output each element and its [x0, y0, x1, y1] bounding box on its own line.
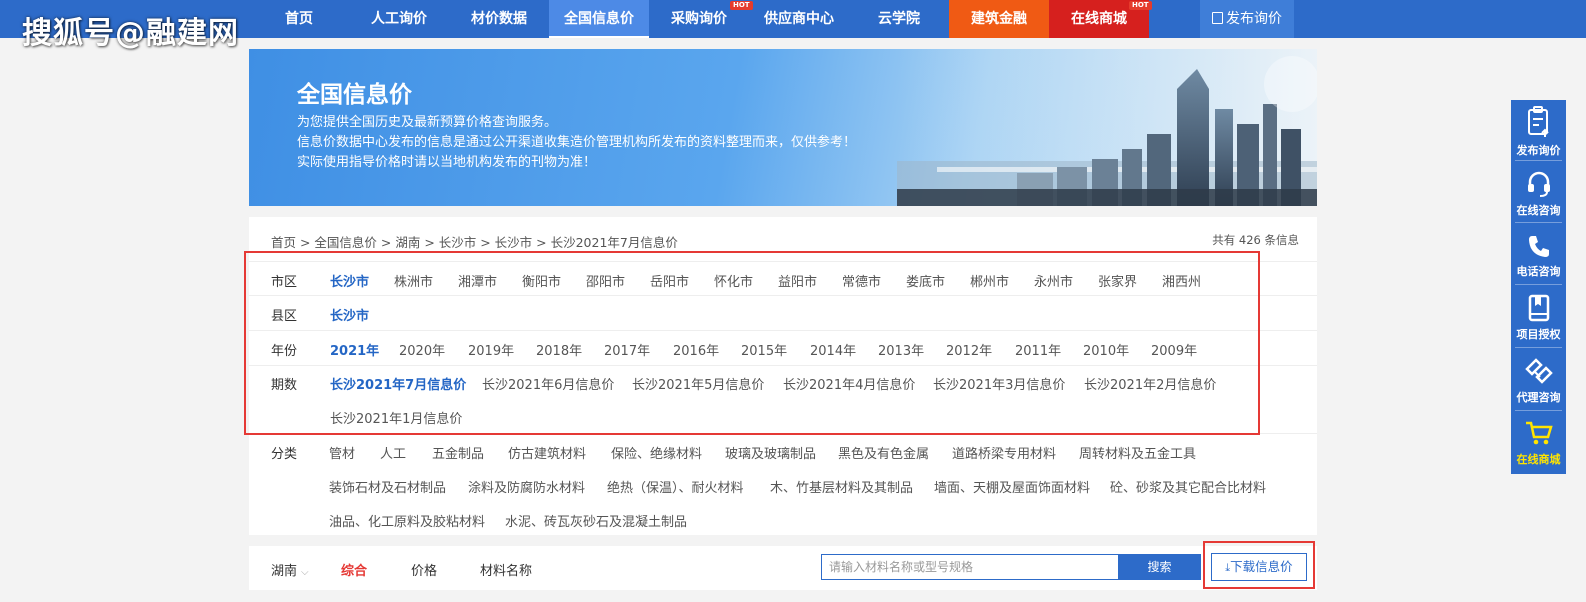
sidebar-item-label: 代理咨询 — [1516, 391, 1561, 404]
chevron-down-icon: ⌵ — [301, 567, 309, 578]
divider — [1515, 222, 1562, 223]
phone-icon — [1528, 236, 1549, 257]
edit-icon — [1212, 12, 1223, 24]
banner-line-2: 信息价数据中心发布的信息是通过公开渠道收集造价管理机构所发布的资料整理而来，仅供… — [297, 135, 857, 150]
category-option[interactable]: 油品、化工原料及胶粘材料 — [329, 511, 485, 530]
clipboard-icon — [1527, 106, 1549, 137]
category-label: 分类 — [271, 447, 298, 462]
category-option[interactable]: 道路桥梁专用材料 — [952, 443, 1056, 462]
category-option[interactable]: 人工 — [380, 443, 406, 462]
divider — [1515, 347, 1562, 348]
divider — [1515, 160, 1562, 161]
search-button[interactable]: 搜索 — [1118, 554, 1201, 580]
city-skyline-image — [897, 49, 1317, 206]
nav-publish-inquiry-button[interactable]: 发布询价 — [1200, 0, 1294, 38]
hero-banner: 全国信息价 为您提供全国历史及最新预算价格查询服务。 信息价数据中心发布的信息是… — [249, 49, 1317, 206]
sidebar-item-online-mall[interactable]: 在线商城 — [1511, 419, 1566, 467]
category-option[interactable]: 砼、砂浆及其它配合比材料 — [1110, 477, 1266, 496]
category-option[interactable]: 黑色及有色金属 — [838, 443, 929, 462]
nav-purchase-inquiry[interactable]: 采购询价 HOT — [649, 0, 753, 38]
nav-purchase-inquiry-label: 采购询价 — [671, 11, 727, 27]
hot-badge: HOT — [1129, 1, 1152, 10]
book-icon — [1528, 294, 1549, 322]
nav-publish-label: 发布询价 — [1226, 11, 1282, 27]
nav-cloud-academy[interactable]: 云学院 — [849, 0, 949, 38]
nav-construction-finance[interactable]: 建筑金融 — [949, 0, 1049, 38]
category-option[interactable]: 木、竹基层材料及其制品 — [770, 477, 913, 496]
headset-icon — [1527, 171, 1550, 197]
nav-manual-inquiry[interactable]: 人工询价 — [349, 0, 449, 38]
sidebar-item-label: 在线咨询 — [1516, 204, 1561, 217]
sidebar-item-project-authorization[interactable]: 项目授权 — [1511, 294, 1566, 342]
category-option[interactable]: 仿古建筑材料 — [508, 443, 586, 462]
sidebar-item-phone-consult[interactable]: 电话咨询 — [1511, 233, 1566, 279]
total-count: 共有 426 条信息 — [1212, 233, 1299, 247]
search-bar: 湖南⌵ 综合 价格 材料名称 搜索 ⤓下载信息价 — [249, 546, 1317, 590]
nav-home[interactable]: 首页 — [263, 0, 335, 38]
category-option[interactable]: 装饰石材及石材制品 — [329, 477, 446, 496]
category-option[interactable]: 玻璃及玻璃制品 — [725, 443, 816, 462]
category-option[interactable]: 绝热（保温）、耐火材料 — [607, 477, 744, 496]
category-option[interactable]: 周转材料及五金工具 — [1079, 443, 1196, 462]
sidebar-item-publish-inquiry[interactable]: 发布询价 — [1511, 106, 1566, 158]
sidebar-item-label: 电话咨询 — [1516, 265, 1561, 278]
banner-line-3: 实际使用指导价格时请以当地机构发布的刊物为准！ — [297, 155, 597, 170]
divider — [1515, 410, 1562, 411]
category-option[interactable]: 涂料及防腐防水材料 — [468, 477, 585, 496]
sidebar-item-label: 项目授权 — [1516, 328, 1561, 341]
nav-online-mall-label: 在线商城 — [1071, 11, 1127, 27]
region-select-label: 湖南 — [271, 564, 298, 579]
highlight-box — [244, 251, 1260, 435]
nav-national-info-price[interactable]: 全国信息价 — [549, 0, 649, 38]
nav-material-data[interactable]: 材价数据 — [449, 0, 549, 38]
watermark-text: 搜狐号@融建网 — [22, 16, 239, 51]
tab-material-name[interactable]: 材料名称 — [480, 560, 532, 579]
category-option[interactable]: 墙面、天棚及屋面饰面材料 — [934, 477, 1090, 496]
region-select[interactable]: 湖南 ⌵ — [271, 560, 309, 579]
category-option[interactable]: 水泥、砖瓦灰砂石及混凝土制品 — [505, 511, 687, 530]
banner-line-1: 为您提供全国历史及最新预算价格查询服务。 — [297, 115, 558, 130]
nav-online-mall[interactable]: 在线商城 HOT — [1049, 0, 1152, 38]
banner-title: 全国信息价 — [297, 82, 412, 108]
handshake-icon — [1524, 358, 1553, 384]
search-input[interactable] — [821, 554, 1118, 580]
breadcrumb[interactable]: 首页 > 全国信息价 > 湖南 > 长沙市 > 长沙市 > 长沙2021年7月信… — [271, 232, 678, 251]
divider — [1515, 284, 1562, 285]
category-option[interactable]: 五金制品 — [432, 443, 484, 462]
sidebar-item-label: 发布询价 — [1516, 144, 1561, 157]
sidebar-item-agent-consult[interactable]: 代理咨询 — [1511, 357, 1566, 405]
category-option[interactable]: 保险、绝缘材料 — [611, 443, 702, 462]
sidebar-item-label: 在线商城 — [1516, 453, 1561, 466]
highlight-box — [1203, 541, 1315, 589]
tab-price[interactable]: 价格 — [411, 560, 437, 579]
sidebar-item-online-consult[interactable]: 在线咨询 — [1511, 170, 1566, 218]
shopping-cart-icon — [1525, 421, 1553, 445]
category-option[interactable]: 管材 — [329, 443, 355, 462]
nav-supplier-center[interactable]: 供应商中心 — [749, 0, 849, 38]
right-sidebar: 发布询价 在线咨询 电话咨询 项目授权 代理咨询 在线商城 — [1511, 100, 1566, 474]
tab-overall[interactable]: 综合 — [341, 560, 367, 579]
